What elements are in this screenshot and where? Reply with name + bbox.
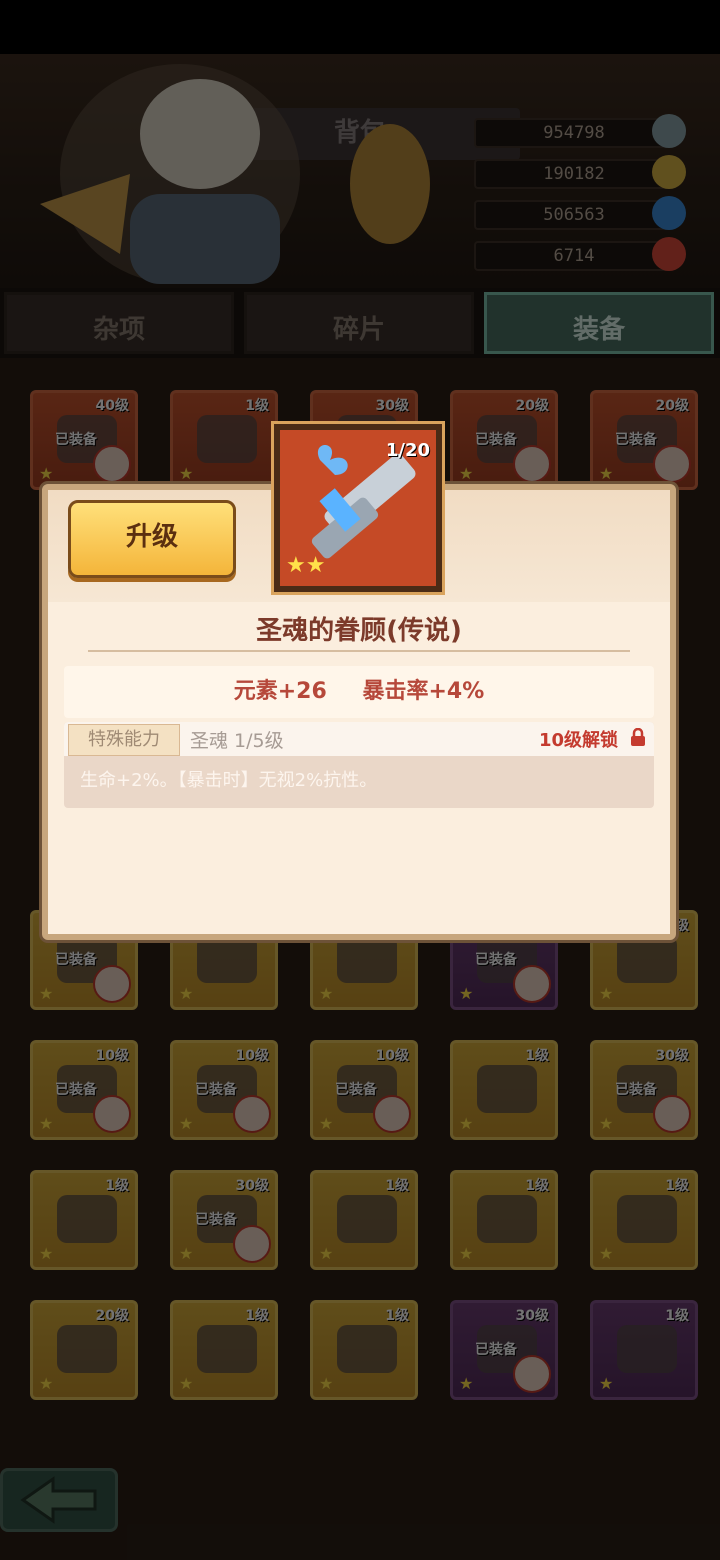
item-level: 1/20	[385, 440, 430, 461]
item-name: 圣魂的眷顾(传说)	[256, 616, 462, 646]
ability-tag: 特殊能力	[68, 724, 180, 756]
stat-crit: 暴击率+4%	[362, 679, 485, 704]
game-screen: 背包 954798 190182 506563 6714 杂项 碎片 装备 40…	[0, 0, 720, 1560]
ability-header: 特殊能力 圣魂 1/5级 10级解锁	[64, 722, 654, 756]
lock-icon	[631, 728, 645, 746]
ability-name: 圣魂 1/5级	[190, 730, 284, 752]
ability-description: 生命+2%。【暴击时】无视2%抗性。	[80, 770, 378, 791]
item-icon-frame[interactable]: 1/20 ★★	[274, 424, 442, 592]
upgrade-button[interactable]: 升级	[68, 500, 236, 578]
item-stats: 元素+26 暴击率+4%	[64, 666, 654, 718]
divider	[88, 650, 630, 652]
special-ability: 特殊能力 圣魂 1/5级 10级解锁 生命+2%。【暴击时】无视2%抗性。	[64, 722, 654, 808]
rarity-stars: ★★	[286, 553, 326, 578]
unlock-requirement: 10级解锁	[538, 730, 618, 751]
stat-element: 元素+26	[233, 679, 327, 704]
